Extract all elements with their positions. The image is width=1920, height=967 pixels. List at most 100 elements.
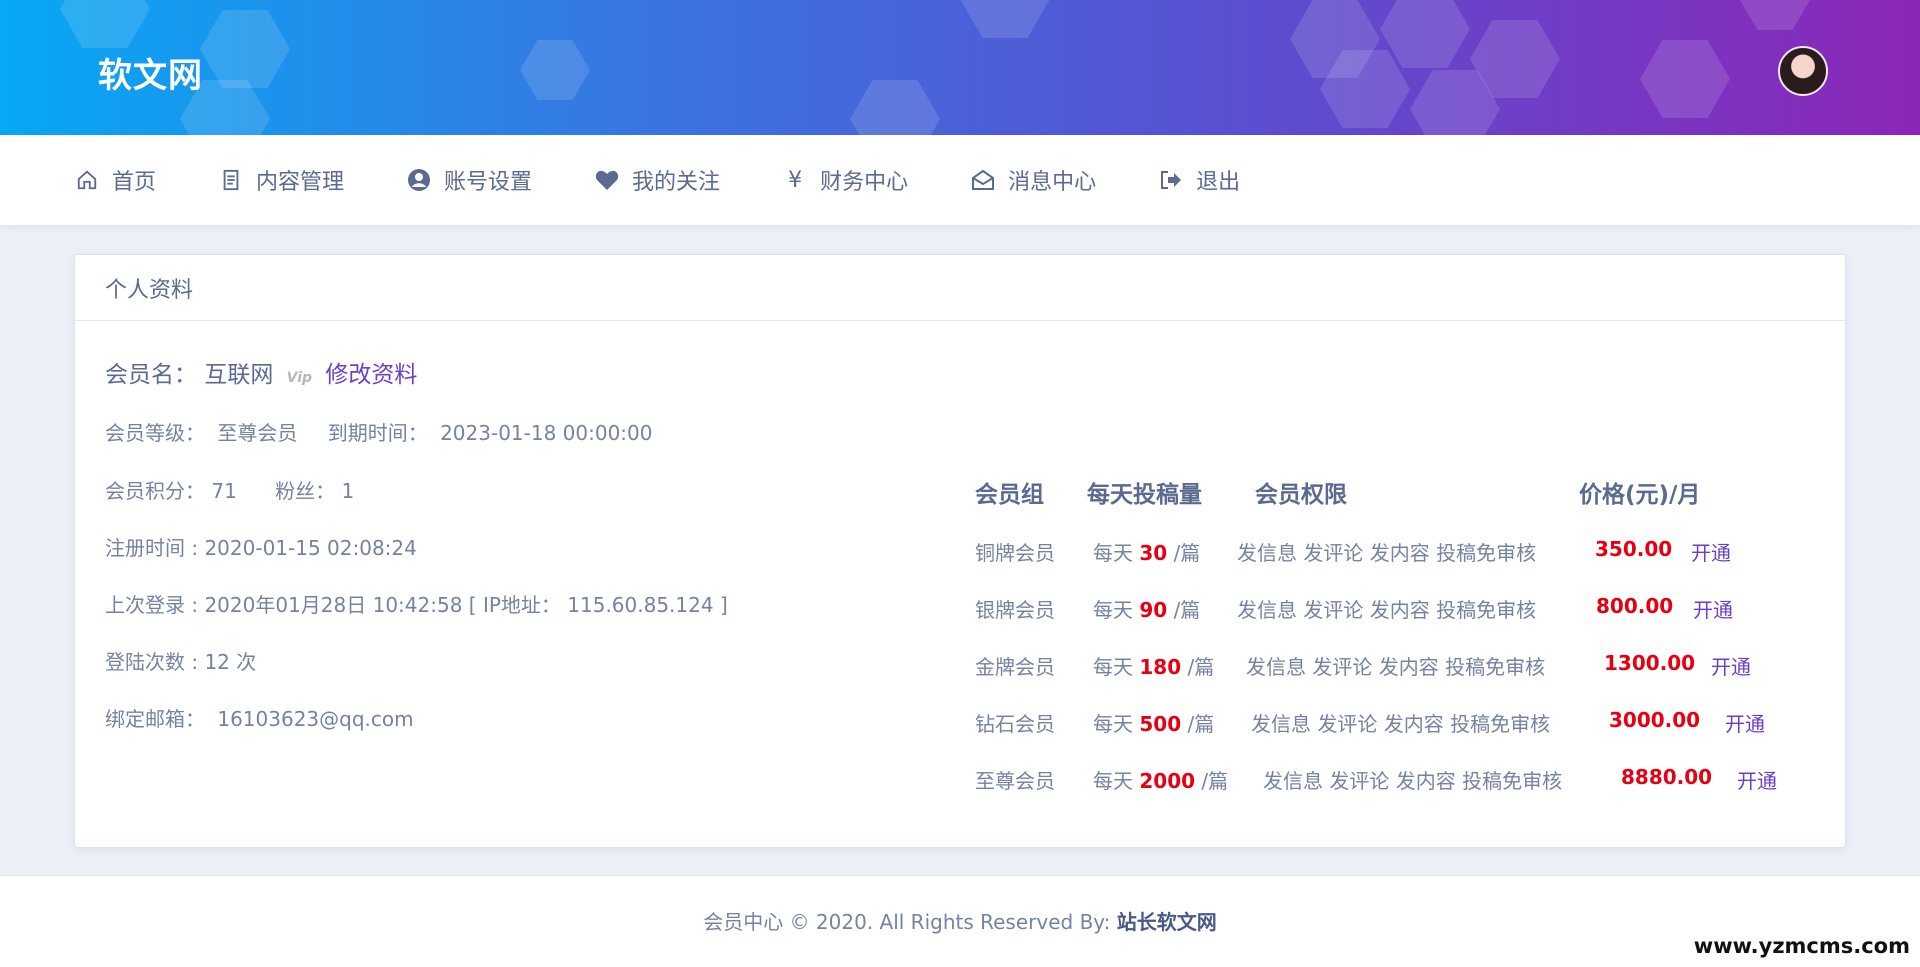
member-rights: 发信息 发评论 发内容 投稿免审核 <box>1263 769 1563 793</box>
decor-hexagon <box>200 10 290 88</box>
envelope-icon <box>970 167 996 193</box>
login-count: 登陆次数 : 12 次 <box>105 650 257 674</box>
nav-label: 内容管理 <box>256 170 345 195</box>
column-header: 每天投稿量 <box>1087 482 1202 508</box>
user-circle-icon <box>406 167 432 193</box>
nav-item-follow[interactable]: 我的关注 <box>594 164 720 196</box>
open-membership-button[interactable]: 开通 <box>1711 651 1751 680</box>
nav-item-logout[interactable]: 退出 <box>1158 164 1240 196</box>
decor-hexagon <box>960 0 1050 38</box>
decor-hexagon <box>1740 0 1810 30</box>
nav-label: 财务中心 <box>820 170 909 195</box>
header-banner: 软文网 <box>0 0 1920 135</box>
main-nav: 首页 内容管理 账号设置 我的关注 ¥ 财务中心 消息中心 退出 <box>0 135 1920 225</box>
decor-hexagon <box>1380 0 1470 68</box>
nav-item-content[interactable]: 内容管理 <box>218 164 344 196</box>
member-name-row: 会员名： 互联网 Vip 修改资料 <box>105 355 417 389</box>
site-watermark: www.yzmcms.com <box>1693 934 1910 958</box>
daily-number: 180 <box>1139 655 1182 679</box>
daily-number: 500 <box>1139 712 1182 736</box>
daily-quota: 每天 180 /篇 <box>1093 651 1214 680</box>
nav-label: 我的关注 <box>632 170 721 195</box>
profile-card: 个人资料 会员名： 互联网 Vip 修改资料 会员等级： 至尊会员 到期时间： … <box>74 254 1846 848</box>
member-group: 银牌会员 <box>975 598 1055 622</box>
member-group: 金牌会员 <box>975 655 1055 679</box>
column-header: 价格(元)/月 <box>1579 482 1701 508</box>
register-time: 注册时间 : 2020-01-15 02:08:24 <box>105 536 417 560</box>
points-value: 71 <box>211 479 237 503</box>
daily-prefix: 每天 <box>1093 541 1133 565</box>
document-icon <box>218 167 244 193</box>
daily-prefix: 每天 <box>1093 598 1133 622</box>
nav-label: 退出 <box>1196 170 1241 195</box>
daily-prefix: 每天 <box>1093 769 1133 793</box>
daily-quota: 每天 90 /篇 <box>1093 594 1200 623</box>
email-label: 绑定邮箱： <box>105 707 205 731</box>
member-group: 铜牌会员 <box>975 541 1055 565</box>
fans-label: 粉丝： <box>275 479 336 503</box>
nav-label: 首页 <box>112 170 157 195</box>
author-link[interactable]: 站长软文网 <box>1117 910 1217 934</box>
expire-value: 2023-01-18 00:00:00 <box>440 421 653 445</box>
decor-hexagon <box>850 80 940 135</box>
nav-item-home[interactable]: 首页 <box>74 164 156 196</box>
decor-hexagon <box>60 0 150 48</box>
daily-suffix: /篇 <box>1187 712 1215 736</box>
daily-quota: 每天 30 /篇 <box>1093 537 1200 566</box>
daily-number: 30 <box>1139 541 1168 565</box>
decor-hexagon <box>520 40 590 100</box>
user-avatar[interactable] <box>1778 46 1828 96</box>
edit-profile-link[interactable]: 修改资料 <box>325 362 417 388</box>
member-price: 350.00 <box>1595 537 1673 561</box>
copyright: 会员中心 © 2020. All Rights Reserved By: 站长软… <box>0 906 1920 935</box>
member-rights: 发信息 发评论 发内容 投稿免审核 <box>1237 541 1537 565</box>
email-row: 绑定邮箱： 16103623@qq.com <box>105 703 414 732</box>
email-value: 16103623@qq.com <box>217 707 414 731</box>
copyright-text: 会员中心 © 2020. All Rights Reserved By: <box>703 910 1111 934</box>
member-group: 至尊会员 <box>975 769 1055 793</box>
nav-item-messages[interactable]: 消息中心 <box>970 164 1096 196</box>
yen-icon: ¥ <box>788 167 803 193</box>
daily-number: 90 <box>1139 598 1168 622</box>
column-header: 会员组 <box>975 482 1044 508</box>
member-name: 互联网 <box>204 362 274 388</box>
expire-label: 到期时间： <box>327 421 428 445</box>
daily-suffix: /篇 <box>1201 769 1229 793</box>
member-level-row: 会员等级： 至尊会员 到期时间： 2023-01-18 00:00:00 <box>105 417 653 446</box>
member-name-label: 会员名： <box>105 362 197 388</box>
fans-value: 1 <box>341 479 355 503</box>
member-price: 8880.00 <box>1621 765 1713 789</box>
nav-item-finance[interactable]: ¥ 财务中心 <box>782 164 908 196</box>
level-label: 会员等级： <box>105 421 205 445</box>
member-rights: 发信息 发评论 发内容 投稿免审核 <box>1237 598 1537 622</box>
open-membership-button[interactable]: 开通 <box>1691 537 1731 566</box>
daily-suffix: /篇 <box>1173 598 1201 622</box>
daily-prefix: 每天 <box>1093 655 1133 679</box>
open-membership-button[interactable]: 开通 <box>1737 765 1777 794</box>
member-price: 3000.00 <box>1609 708 1701 732</box>
nav-label: 消息中心 <box>1008 170 1097 195</box>
heart-icon <box>594 167 620 193</box>
site-logo-text[interactable]: 软文网 <box>98 48 203 97</box>
level-value: 至尊会员 <box>217 421 298 445</box>
daily-suffix: /篇 <box>1187 655 1215 679</box>
footer: 会员中心 © 2020. All Rights Reserved By: 站长软… <box>0 876 1920 967</box>
open-membership-button[interactable]: 开通 <box>1725 708 1765 737</box>
daily-suffix: /篇 <box>1173 541 1201 565</box>
decor-hexagon <box>1640 40 1730 118</box>
last-login: 上次登录 : 2020年01月28日 10:42:58 [ IP地址： 115.… <box>105 593 728 617</box>
vip-badge: Vip <box>286 370 313 386</box>
member-price: 1300.00 <box>1604 651 1696 675</box>
daily-quota: 每天 500 /篇 <box>1093 708 1214 737</box>
member-rights: 发信息 发评论 发内容 投稿免审核 <box>1246 655 1546 679</box>
daily-quota: 每天 2000 /篇 <box>1093 765 1228 794</box>
column-header: 会员权限 <box>1255 482 1347 508</box>
nav-item-account[interactable]: 账号设置 <box>406 164 532 196</box>
open-membership-button[interactable]: 开通 <box>1693 594 1733 623</box>
member-price: 800.00 <box>1596 594 1674 618</box>
points-row: 会员积分： 71 粉丝： 1 <box>105 475 354 504</box>
points-label: 会员积分： <box>105 479 205 503</box>
home-icon <box>74 167 100 193</box>
card-title: 个人资料 <box>75 255 1845 321</box>
logout-icon <box>1158 167 1184 193</box>
